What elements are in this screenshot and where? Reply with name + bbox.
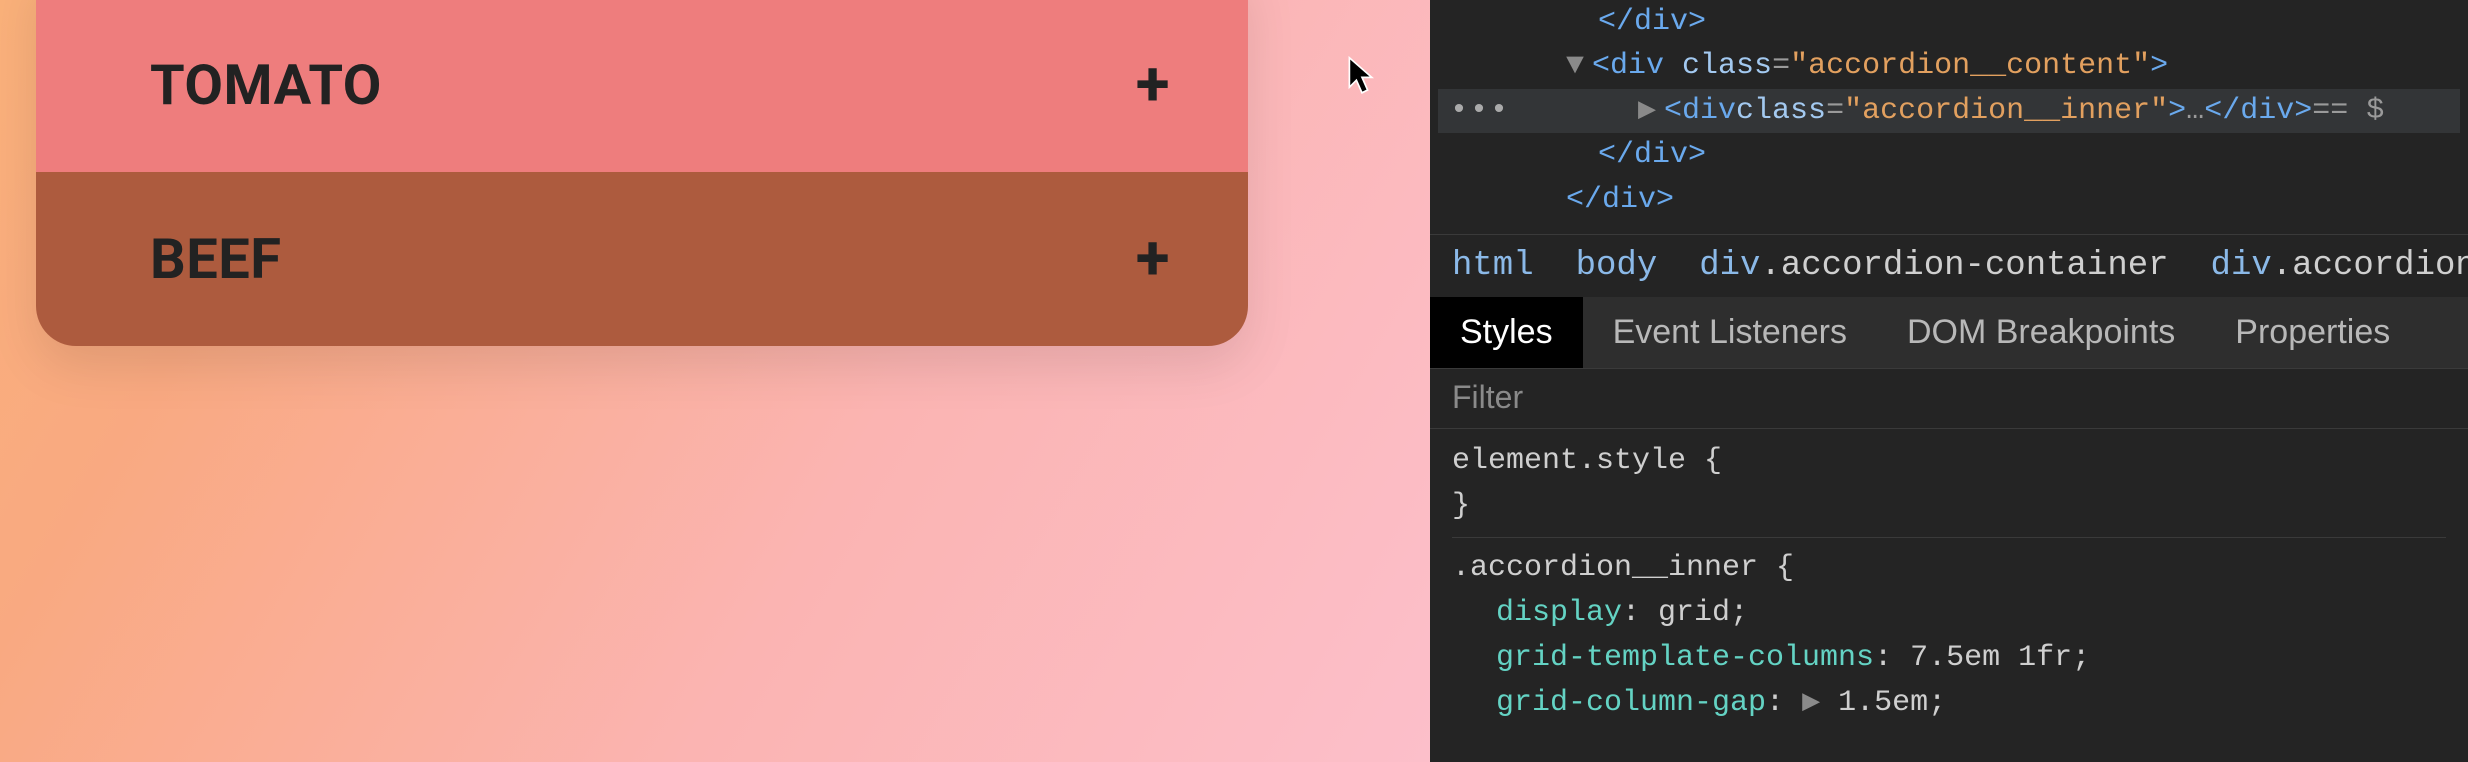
dom-node[interactable]: ▼<div class="accordion__content"> xyxy=(1438,44,2460,88)
styles-filter-input[interactable] xyxy=(1452,379,2446,416)
accordion-header-tomato[interactable]: TOMATO + xyxy=(36,0,1248,172)
plus-icon: + xyxy=(1136,54,1170,116)
accordion-label: TOMATO xyxy=(150,52,382,118)
tab-event-listeners[interactable]: Event Listeners xyxy=(1583,297,1877,368)
dom-node[interactable]: </div> xyxy=(1438,133,2460,177)
style-rule-element[interactable]: element.style { } xyxy=(1452,439,2446,538)
dom-node[interactable]: </div> xyxy=(1438,178,2460,222)
tab-properties[interactable]: Properties xyxy=(2205,297,2420,368)
tab-styles[interactable]: Styles xyxy=(1430,297,1583,368)
dom-node[interactable]: </div> xyxy=(1438,0,2460,44)
devtools-subtabs: Styles Event Listeners DOM Breakpoints P… xyxy=(1430,297,2468,368)
accordion-container: TOMATO + BEEF + xyxy=(36,0,1248,346)
breadcrumb-item[interactable]: html xyxy=(1452,247,1534,285)
devtools-panel: </div> ▼<div class="accordion__content">… xyxy=(1430,0,2468,762)
dom-node-selected[interactable]: ••• ▶<div class="accordion__inner">…</di… xyxy=(1438,89,2460,133)
breadcrumb-item[interactable]: div.accordion-container xyxy=(1699,247,2168,285)
breadcrumb-item[interactable]: div.accordion xyxy=(2211,247,2468,285)
elements-dom-tree[interactable]: </div> ▼<div class="accordion__content">… xyxy=(1430,0,2468,234)
styles-filter-row xyxy=(1430,368,2468,429)
plus-icon: + xyxy=(1136,228,1170,290)
accordion-label: BEEF xyxy=(150,226,281,292)
tab-dom-breakpoints[interactable]: DOM Breakpoints xyxy=(1877,297,2205,368)
accordion-header-beef[interactable]: BEEF + xyxy=(36,172,1248,346)
styles-pane[interactable]: element.style { } .accordion__inner { di… xyxy=(1430,429,2468,726)
breadcrumb-item[interactable]: body xyxy=(1576,247,1658,285)
overflow-ellipsis-icon: ••• xyxy=(1438,89,1528,133)
elements-breadcrumbs[interactable]: html body div.accordion-container div.ac… xyxy=(1430,234,2468,297)
style-rule-accordion-inner[interactable]: .accordion__inner { display: grid; grid-… xyxy=(1452,546,2446,726)
mouse-cursor-icon xyxy=(1348,56,1376,96)
page-preview: TOMATO + BEEF + xyxy=(0,0,1430,762)
